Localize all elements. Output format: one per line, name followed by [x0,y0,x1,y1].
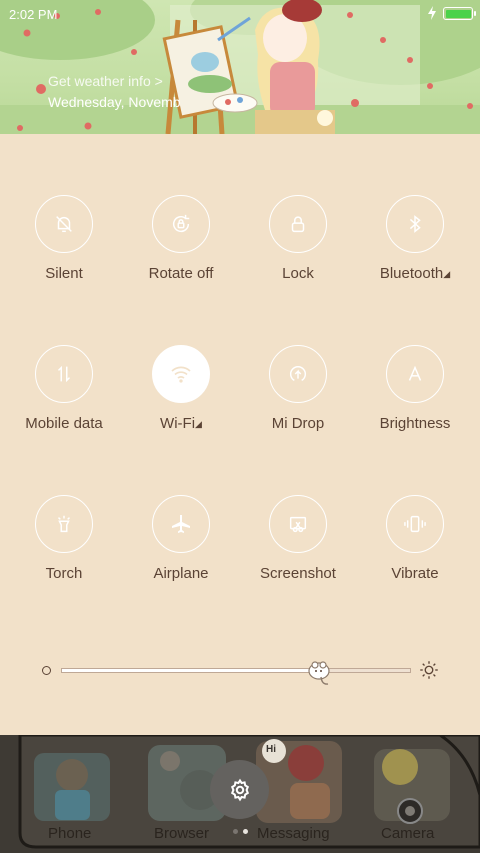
tile-bluetooth[interactable]: Bluetooth◢ [357,195,473,305]
torch-icon [57,515,71,533]
screenshot-icon [289,516,307,533]
page-indicator-dot-active [243,829,248,834]
dim-brightness-icon [42,666,51,675]
wifi-button[interactable] [152,345,210,403]
vibrate-icon [404,515,426,533]
dock-app-messaging[interactable]: Messaging [257,825,330,842]
tile-silent[interactable]: Silent [6,195,122,305]
brightness-slider-fill [62,669,317,672]
weather-link[interactable]: Get weather info > [48,73,163,89]
silent-button[interactable] [35,195,93,253]
status-time: 2:02 PM [9,7,58,22]
charging-icon [428,6,436,20]
tile-mi-drop[interactable]: Mi Drop [240,345,356,455]
airplane-button[interactable] [152,495,210,553]
rotate-lock-icon [173,214,190,233]
menu-triangle-icon: ◢ [443,269,451,279]
tile-torch[interactable]: Torch [6,495,122,605]
tile-airplane[interactable]: Airplane [123,495,239,605]
quick-settings-panel: Silent Rotate off Lock Bluetooth◢ Mobile… [0,134,480,735]
mi-drop-icon [289,366,307,382]
tile-rotate[interactable]: Rotate off [123,195,239,305]
settings-button[interactable] [210,760,269,819]
page-indicator-dot [233,829,238,834]
mobile-data-button[interactable] [35,345,93,403]
menu-triangle-icon: ◢ [195,419,202,429]
tile-label: Brightness [379,415,451,432]
vibrate-button[interactable] [386,495,444,553]
lock-icon [291,216,305,233]
date-text: Wednesday, Novemb [48,94,181,110]
tile-vibrate[interactable]: Vibrate [357,495,473,605]
tile-mobile-data[interactable]: Mobile data [6,345,122,455]
brightness-slider-thumb[interactable] [308,657,334,687]
tile-label: Wi-Fi◢ [160,415,202,432]
battery-icon [443,7,476,20]
notification-header: 2:02 PM Get weather info > Wednesday, No… [0,0,480,134]
mi-drop-button[interactable] [269,345,327,403]
lock-button[interactable] [269,195,327,253]
airplane-icon [172,515,190,533]
rotate-button[interactable] [152,195,210,253]
tile-label: Vibrate [391,565,439,582]
battery-level [445,9,471,18]
tile-label: Torch [45,565,83,582]
tile-label-text: Wi-Fi [160,415,196,432]
tile-label: Airplane [153,565,209,582]
auto-brightness-button[interactable] [386,345,444,403]
tile-label: Rotate off [148,265,214,282]
tile-label-text: Bluetooth [379,265,444,282]
tile-label: Mi Drop [271,415,325,432]
tile-label: Silent [45,265,83,282]
bluetooth-icon [409,215,421,233]
wifi-icon [171,366,191,383]
auto-brightness-icon [408,365,422,381]
dock-app-phone[interactable]: Phone [48,825,91,842]
screenshot-button[interactable] [269,495,327,553]
messaging-bubble-text: Hi [266,744,276,755]
tile-label: Lock [282,265,314,282]
brightness-slider[interactable] [61,661,411,685]
tile-label: Mobile data [25,415,103,432]
brightness-control [0,654,480,694]
bright-sun-icon [420,661,438,679]
home-dock: Hi Phone Browser Messaging Camera [0,735,480,853]
bluetooth-button[interactable] [386,195,444,253]
dock-app-camera[interactable]: Camera [381,825,434,842]
tile-lock[interactable]: Lock [240,195,356,305]
bell-off-icon [56,216,72,233]
tile-wifi[interactable]: Wi-Fi◢ [123,345,239,455]
tile-brightness[interactable]: Brightness [357,345,473,455]
gear-icon [230,778,249,801]
mobile-data-icon [57,365,71,383]
torch-button[interactable] [35,495,93,553]
tile-label: Screenshot [260,565,336,582]
tile-screenshot[interactable]: Screenshot [240,495,356,605]
tile-label: Bluetooth◢ [380,265,450,282]
dock-app-browser[interactable]: Browser [154,825,209,842]
status-bar: 2:02 PM [0,0,480,28]
